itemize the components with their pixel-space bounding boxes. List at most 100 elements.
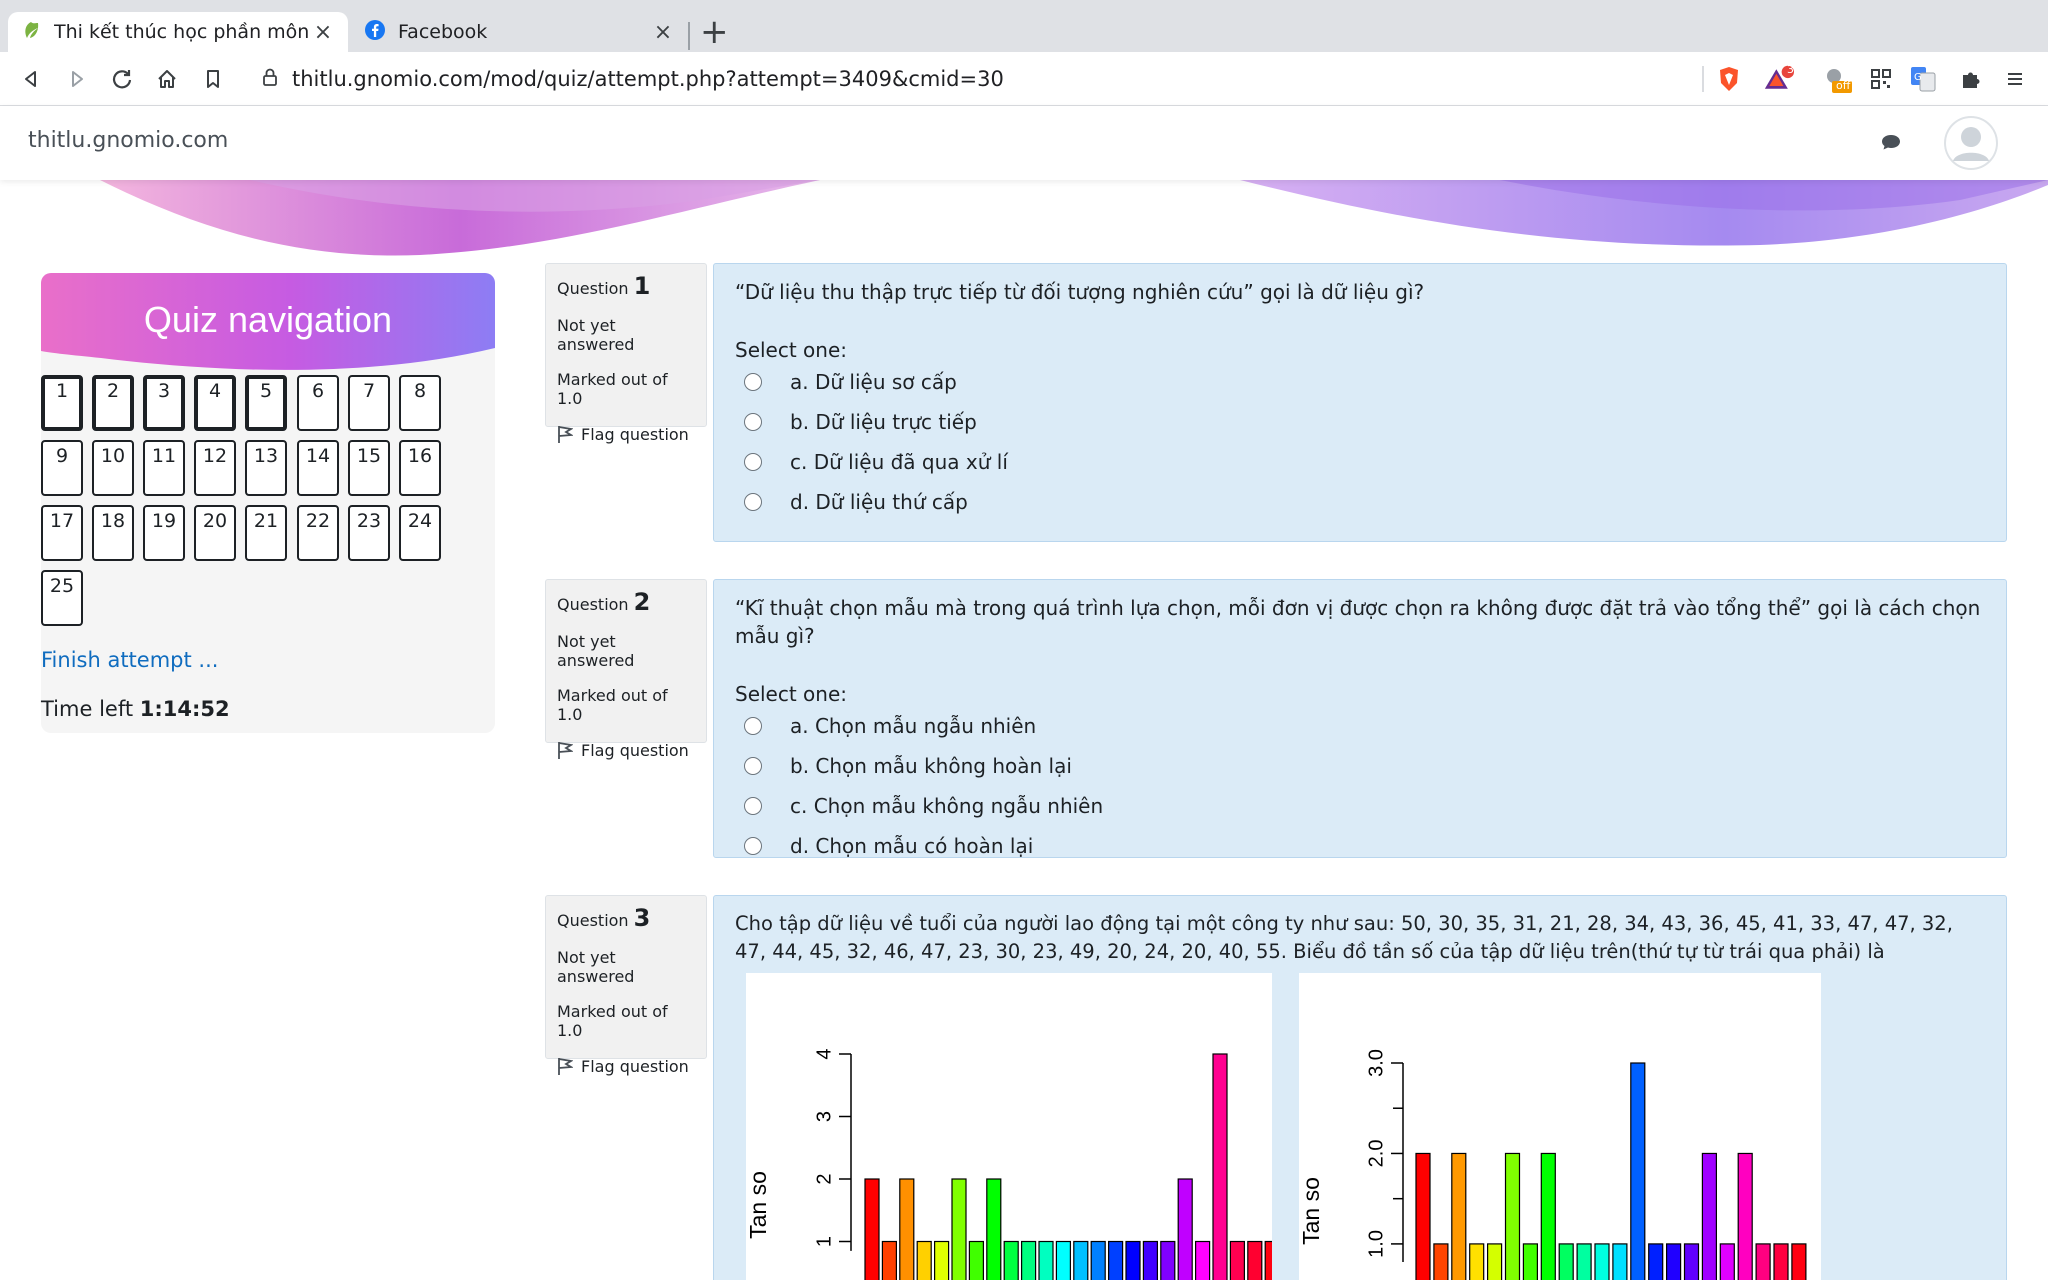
answer-option[interactable]: a. Chọn mẫu ngẫu nhiên <box>735 706 1985 746</box>
question-2-info: Question 2 Not yet answered Marked out o… <box>545 579 707 760</box>
chart-bar <box>1229 1240 1245 1280</box>
answer-option[interactable]: c. Dữ liệu đã qua xử lí <box>735 442 1985 482</box>
chart-bar <box>1701 1152 1717 1280</box>
flag-question-button[interactable]: Flag question <box>557 740 695 760</box>
quiz-nav-button[interactable]: 4 <box>194 375 236 431</box>
quiz-nav-button[interactable]: 24 <box>399 505 441 561</box>
chart-bar <box>1522 1243 1538 1280</box>
flag-icon <box>558 742 573 759</box>
tab-close-icon[interactable]: × <box>650 20 676 45</box>
radio-button[interactable] <box>744 413 762 431</box>
radio-button[interactable] <box>744 797 762 815</box>
answer-option[interactable]: c. Chọn mẫu không ngẫu nhiên <box>735 786 1985 826</box>
rewards-badge: 3 <box>1787 63 1794 76</box>
chart-bar <box>1791 1243 1807 1280</box>
quiz-nav-button[interactable]: 2 <box>92 375 134 431</box>
radio-button[interactable] <box>744 717 762 735</box>
quiz-nav-button[interactable]: 12 <box>194 440 236 496</box>
quiz-nav-button[interactable]: 8 <box>399 375 441 431</box>
flag-icon <box>558 1058 573 1075</box>
bookmark-icon[interactable] <box>196 62 230 96</box>
brave-shield-icon[interactable] <box>1714 64 1744 94</box>
home-icon[interactable] <box>150 62 184 96</box>
back-icon[interactable] <box>14 62 48 96</box>
quiz-nav-button[interactable]: 10 <box>92 440 134 496</box>
chart-bar <box>1195 1240 1211 1280</box>
tab-close-icon[interactable]: × <box>310 20 336 45</box>
forward-icon[interactable] <box>60 62 94 96</box>
brave-rewards-icon[interactable]: 3 <box>1764 63 1794 94</box>
bar-chart: 1 2 3 4 Tan so <box>745 1048 1280 1280</box>
quiz-nav-button[interactable]: 7 <box>348 375 390 431</box>
quiz-nav-button[interactable]: 15 <box>348 440 390 496</box>
quiz-nav-button[interactable]: 18 <box>92 505 134 561</box>
option-label[interactable]: b. Chọn mẫu không hoàn lại <box>790 754 1072 778</box>
radio-button[interactable] <box>744 373 762 391</box>
question-2-content: “Kĩ thuật chọn mẫu mà trong quá trình lự… <box>713 579 2007 858</box>
answer-option[interactable]: b. Chọn mẫu không hoàn lại <box>735 746 1985 786</box>
quiz-nav-button[interactable]: 20 <box>194 505 236 561</box>
svg-text:G: G <box>1914 72 1922 83</box>
quiz-nav-button[interactable]: 3 <box>143 375 185 431</box>
radio-button[interactable] <box>744 493 762 511</box>
radio-button[interactable] <box>744 453 762 471</box>
chart-bar <box>1055 1240 1071 1280</box>
chart-option-b[interactable]: 1.0 2.0 3.0 Tan so <box>1298 973 1821 1280</box>
quiz-nav-button[interactable]: 11 <box>143 440 185 496</box>
option-label[interactable]: a. Chọn mẫu ngẫu nhiên <box>790 714 1036 738</box>
chart-option-a[interactable]: 1 2 3 4 Tan so <box>745 973 1280 1280</box>
option-label[interactable]: d. Dữ liệu thứ cấp <box>790 490 968 514</box>
answer-option[interactable]: d. Chọn mẫu có hoàn lại <box>735 826 1985 866</box>
translate-icon[interactable]: G <box>1908 64 1938 94</box>
quiz-nav-button[interactable]: 23 <box>348 505 390 561</box>
answer-option[interactable]: a. Dữ liệu sơ cấp <box>735 362 1985 402</box>
y-tick-label: 1.0 <box>1365 1230 1387 1258</box>
extension-off-badge: off <box>1836 79 1851 92</box>
browser-menu-icon[interactable] <box>2000 64 2030 94</box>
chart-bar <box>1469 1243 1485 1280</box>
option-label[interactable]: c. Chọn mẫu không ngẫu nhiên <box>790 794 1103 818</box>
option-label[interactable]: a. Dữ liệu sơ cấp <box>790 370 957 394</box>
radio-button[interactable] <box>744 757 762 775</box>
extensions-puzzle-icon[interactable] <box>1956 64 1986 94</box>
option-label[interactable]: c. Dữ liệu đã qua xử lí <box>790 450 1008 474</box>
chart-bar <box>1212 1053 1228 1280</box>
quiz-nav-button[interactable]: 17 <box>41 505 83 561</box>
extension-cloud-icon[interactable]: off <box>1822 64 1852 94</box>
browser-tab-facebook[interactable]: Facebook × <box>352 12 688 52</box>
chart-bar <box>1594 1243 1610 1280</box>
quiz-nav-button[interactable]: 16 <box>399 440 441 496</box>
lock-icon[interactable] <box>262 67 278 92</box>
quiz-nav-button[interactable]: 22 <box>297 505 339 561</box>
answer-option[interactable]: d. Dữ liệu thứ cấp <box>735 482 1985 522</box>
qr-code-icon[interactable] <box>1866 64 1896 94</box>
quiz-nav-button[interactable]: 6 <box>297 375 339 431</box>
radio-button[interactable] <box>744 837 762 855</box>
answer-option[interactable]: b. Dữ liệu trực tiếp <box>735 402 1985 442</box>
chart-bar <box>1003 1240 1019 1280</box>
tab-favicon-icon <box>20 19 42 46</box>
flag-question-button[interactable]: Flag question <box>557 424 695 444</box>
flag-question-button[interactable]: Flag question <box>557 1056 695 1076</box>
quiz-nav-button[interactable]: 21 <box>245 505 287 561</box>
address-bar[interactable]: thitlu.gnomio.com/mod/quiz/attempt.php?a… <box>246 59 1706 99</box>
flag-question-label: Flag question <box>581 740 689 760</box>
reload-icon[interactable] <box>105 62 139 96</box>
question-status: Not yet answered <box>557 632 635 670</box>
quiz-nav-button[interactable]: 25 <box>41 570 83 626</box>
quiz-nav-button[interactable]: 5 <box>245 375 287 431</box>
quiz-nav-button[interactable]: 19 <box>143 505 185 561</box>
quiz-nav-button[interactable]: 9 <box>41 440 83 496</box>
flag-question-label: Flag question <box>581 424 689 444</box>
finish-attempt-link[interactable]: Finish attempt ... <box>41 648 218 672</box>
site-brand-link[interactable]: thitlu.gnomio.com <box>28 128 228 153</box>
messages-icon[interactable] <box>1880 132 1902 156</box>
new-tab-icon[interactable]: + <box>700 14 729 50</box>
browser-tab-quiz[interactable]: Thi kết thúc học phần môn Thống kê × <box>8 12 348 52</box>
quiz-nav-button[interactable]: 13 <box>245 440 287 496</box>
user-avatar[interactable] <box>1944 116 1998 170</box>
option-label[interactable]: b. Dữ liệu trực tiếp <box>790 410 977 434</box>
quiz-nav-button[interactable]: 1 <box>41 375 83 431</box>
quiz-nav-button[interactable]: 14 <box>297 440 339 496</box>
option-label[interactable]: d. Chọn mẫu có hoàn lại <box>790 834 1033 858</box>
